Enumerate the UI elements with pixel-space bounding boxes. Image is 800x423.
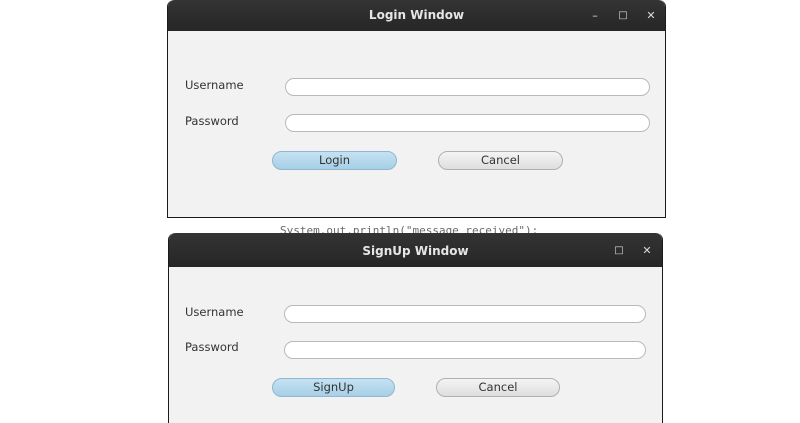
signup-window-title: SignUp Window	[362, 244, 469, 258]
username-input[interactable]	[284, 305, 646, 323]
signup-window: SignUp Window □ ✕ Username Password Sign…	[168, 233, 663, 423]
password-input[interactable]	[285, 114, 650, 132]
background-editor-text: System.out.println("message received");	[270, 218, 580, 233]
login-button[interactable]: Login	[272, 151, 397, 170]
cancel-button[interactable]: Cancel	[438, 151, 563, 170]
username-label: Username	[185, 305, 244, 319]
background-code-line: System.out.println("message received");	[280, 224, 539, 233]
signup-titlebar[interactable]: SignUp Window □ ✕	[169, 233, 662, 267]
username-input[interactable]	[285, 78, 650, 96]
signup-button[interactable]: SignUp	[272, 378, 395, 397]
username-label: Username	[185, 78, 244, 92]
close-icon[interactable]: ✕	[643, 0, 659, 31]
login-titlebar[interactable]: Login Window – □ ✕	[168, 0, 665, 31]
password-label: Password	[185, 340, 239, 354]
password-label: Password	[185, 114, 239, 128]
minimize-icon[interactable]: –	[587, 0, 603, 31]
cancel-button[interactable]: Cancel	[436, 378, 560, 397]
close-icon[interactable]: ✕	[639, 235, 655, 266]
maximize-icon[interactable]: □	[611, 235, 627, 266]
login-window: Login Window – □ ✕ Username Password Log…	[167, 0, 666, 218]
maximize-icon[interactable]: □	[615, 0, 631, 31]
password-input[interactable]	[284, 341, 646, 359]
